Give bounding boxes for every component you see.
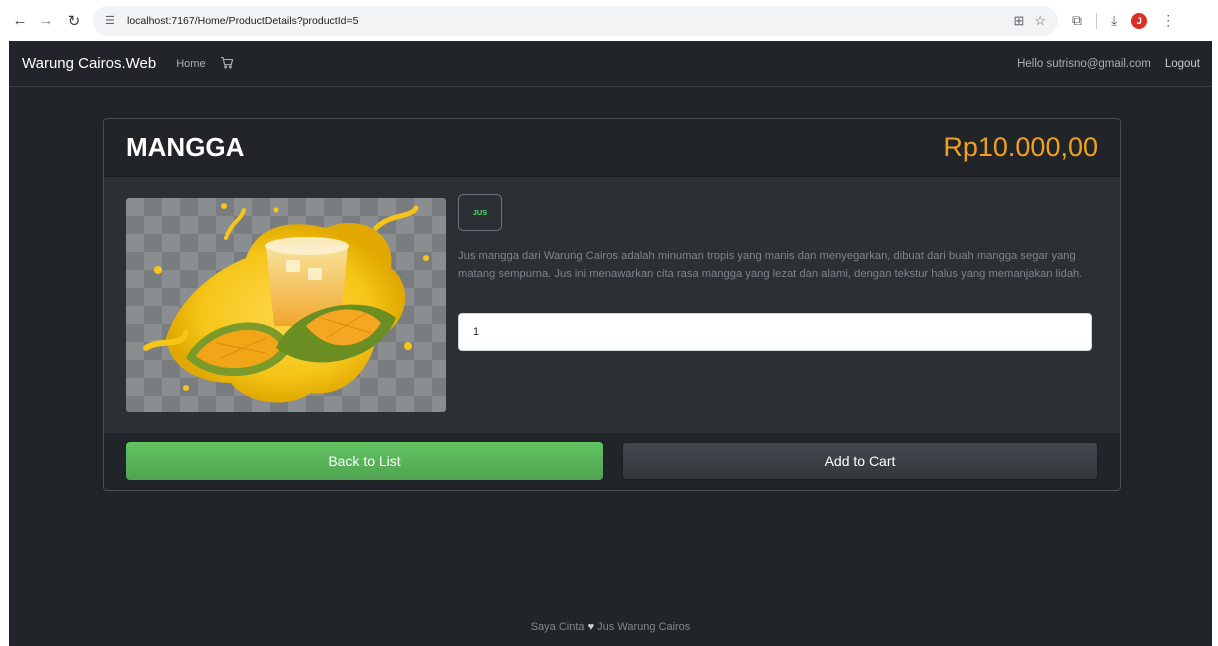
star-icon[interactable]: ☆ [1034, 13, 1046, 29]
logout-button[interactable]: Logout [1165, 58, 1200, 70]
arrow-left-icon[interactable]: ← [9, 10, 31, 32]
back-to-list-button[interactable]: Back to List [126, 442, 603, 480]
product-card: MANGGA Rp10.000,00 JUS Jus mangga dari W… [103, 118, 1121, 491]
product-price: Rp10.000,00 [943, 132, 1098, 162]
site-info-icon[interactable]: ☰ [105, 14, 121, 27]
menu-dots-icon[interactable]: ⋮ [1161, 12, 1175, 29]
heart-icon: ♥ [587, 621, 595, 633]
footer-text-after: Jus Warung Cairos [597, 621, 691, 633]
profile-avatar[interactable]: J [1131, 12, 1148, 29]
add-to-cart-button[interactable]: Add to Cart [622, 442, 1098, 480]
page-content: Warung Cairos.Web Home Hello sutrisno@gm… [9, 41, 1212, 646]
browser-toolbar: ← → ↻ ☰ localhost:7167/Home/ProductDetai… [0, 0, 1218, 41]
product-image [126, 198, 446, 412]
user-greeting[interactable]: Hello sutrisno@gmail.com [1017, 58, 1151, 70]
footer-text-before: Saya Cinta [530, 621, 585, 633]
nav-home-link[interactable]: Home [176, 58, 205, 70]
site-navbar: Warung Cairos.Web Home Hello sutrisno@gm… [9, 41, 1212, 87]
product-actions: Back to List Add to Cart [104, 433, 1120, 490]
product-header: MANGGA Rp10.000,00 [104, 119, 1120, 177]
translate-icon[interactable]: ⊞ [1013, 13, 1024, 29]
brand-link[interactable]: Warung Cairos.Web [22, 55, 156, 72]
toolbar-divider [1096, 12, 1097, 29]
quantity-input[interactable] [458, 313, 1092, 351]
reload-icon[interactable]: ↻ [63, 10, 85, 32]
url-text[interactable]: localhost:7167/Home/ProductDetails?produ… [127, 15, 358, 27]
product-title: MANGGA [126, 132, 245, 162]
arrow-right-icon[interactable]: → [35, 10, 57, 32]
product-description: Jus mangga dari Warung Cairos adalah min… [458, 250, 1083, 280]
cart-icon[interactable] [220, 56, 234, 72]
product-body: JUS Jus mangga dari Warung Cairos adalah… [104, 177, 1120, 433]
address-bar[interactable]: ☰ localhost:7167/Home/ProductDetails?pro… [93, 5, 1058, 36]
site-footer: Saya Cinta ♥ Jus Warung Cairos [9, 621, 1212, 633]
category-badge: JUS [458, 194, 502, 231]
download-icon[interactable]: ⤓ [1111, 12, 1117, 29]
extensions-icon[interactable]: ⧉ [1072, 12, 1082, 29]
